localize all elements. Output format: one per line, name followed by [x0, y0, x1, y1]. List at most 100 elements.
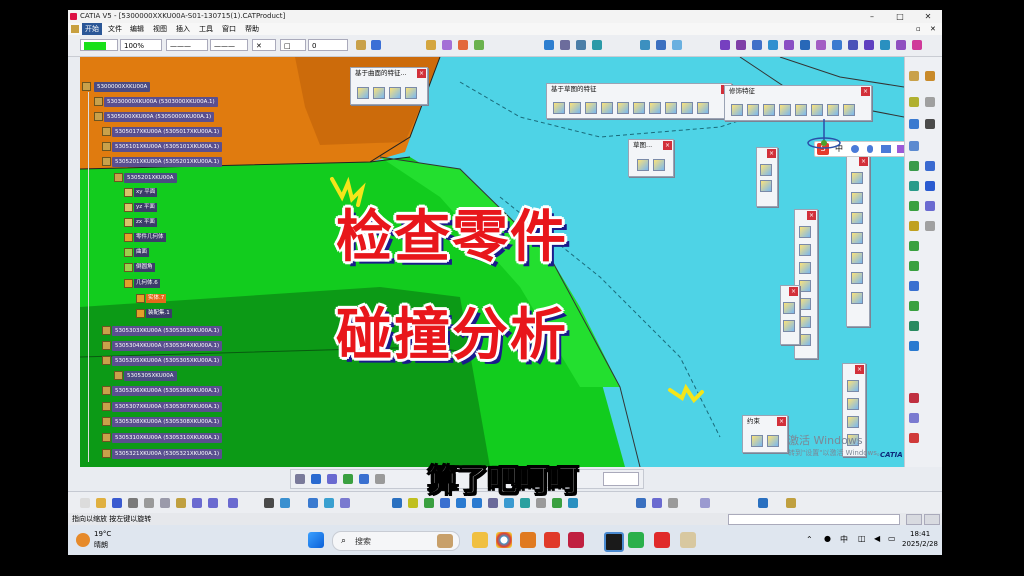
butterfly-app-icon[interactable]: [680, 532, 696, 548]
shaft-icon[interactable]: [752, 40, 762, 50]
lighting-icon[interactable]: [652, 498, 662, 508]
positioned-sketch-icon[interactable]: [653, 159, 665, 171]
close-icon[interactable]: ×: [807, 211, 816, 220]
ground-icon[interactable]: [700, 498, 710, 508]
product-icon[interactable]: [426, 40, 436, 50]
command-input[interactable]: [728, 514, 900, 525]
circular-pattern-icon[interactable]: [909, 261, 919, 271]
groove-icon[interactable]: [768, 40, 778, 50]
inertia-icon[interactable]: [896, 40, 906, 50]
tool-icon[interactable]: [847, 398, 859, 410]
tree-node[interactable]: 5305303XKU00A (5305303XKU00A.1): [112, 326, 223, 336]
parameters-icon[interactable]: [786, 498, 796, 508]
microphone-icon[interactable]: [867, 145, 873, 153]
open-icon[interactable]: [96, 498, 106, 508]
part-icon[interactable]: [458, 40, 468, 50]
tool-icon[interactable]: [851, 272, 863, 284]
measure-icon[interactable]: [880, 40, 890, 50]
app-icon[interactable]: [568, 532, 584, 548]
menu-start[interactable]: 开始: [82, 23, 102, 35]
tool-icon[interactable]: [851, 232, 863, 244]
close-icon[interactable]: ×: [861, 87, 870, 96]
tool-icon[interactable]: [799, 262, 811, 274]
mirror-icon[interactable]: [925, 221, 935, 231]
shaft-icon[interactable]: [585, 102, 597, 114]
microphone-tray-icon[interactable]: ●: [824, 534, 831, 543]
windows-start-icon[interactable]: [308, 532, 324, 548]
point-icon[interactable]: [909, 119, 919, 129]
extract-icon[interactable]: [909, 161, 919, 171]
punctuation-icon[interactable]: [851, 145, 859, 153]
transparency-dropdown[interactable]: 100%: [120, 39, 162, 51]
pattern-icon[interactable]: [909, 241, 919, 251]
tool-icon[interactable]: [851, 252, 863, 264]
snap-icon[interactable]: [544, 40, 554, 50]
close-icon[interactable]: ×: [417, 69, 426, 78]
tree-node[interactable]: 5305201XKU00A (5305201XKU00A.1): [112, 157, 223, 167]
tree-node[interactable]: 5305310XKU00A (5305310XKU00A.1): [112, 433, 223, 443]
zoom-icon[interactable]: [359, 474, 369, 484]
rib-icon[interactable]: [800, 40, 810, 50]
tool-icon[interactable]: [760, 180, 772, 192]
shell-icon[interactable]: [779, 104, 791, 116]
close-icon[interactable]: ×: [859, 157, 868, 166]
tray-up-icon[interactable]: ⌃: [806, 535, 813, 544]
existing-component-icon[interactable]: [474, 40, 484, 50]
tool-icon[interactable]: [847, 380, 859, 392]
catia-taskbar-icon[interactable]: [604, 532, 624, 552]
sew-surface-icon[interactable]: [405, 87, 417, 99]
close-icon[interactable]: ×: [663, 141, 672, 150]
pad-icon[interactable]: [553, 102, 565, 114]
tree-node[interactable]: 5305305XKU00A: [124, 371, 177, 381]
select-icon[interactable]: [925, 71, 935, 81]
line-width-dropdown[interactable]: 0: [308, 39, 348, 51]
chamfer-icon[interactable]: [747, 104, 759, 116]
menu-window[interactable]: 窗口: [222, 23, 236, 35]
tree-feature[interactable]: zx 平面: [134, 218, 157, 227]
taskbar-search[interactable]: ⌕ 搜索: [332, 531, 460, 551]
translate-icon[interactable]: [909, 181, 919, 191]
tree-feature[interactable]: xy 平面: [134, 188, 158, 197]
explode-icon[interactable]: [560, 40, 570, 50]
clock-time[interactable]: 18:41: [910, 530, 930, 538]
status-button[interactable]: [924, 514, 940, 525]
close-icon[interactable]: ×: [767, 149, 776, 158]
firefox-icon[interactable]: [520, 532, 536, 548]
tree-feature[interactable]: 曲面: [134, 248, 150, 257]
tool-icon[interactable]: [799, 280, 811, 292]
plane-icon[interactable]: [909, 97, 919, 107]
wps-icon[interactable]: [544, 532, 560, 548]
symmetry-icon[interactable]: [925, 201, 935, 211]
close-icon[interactable]: ×: [789, 287, 798, 296]
tool-icon[interactable]: [783, 320, 795, 332]
tree-root[interactable]: 5300000XXKU00A: [94, 82, 151, 92]
network-icon[interactable]: ◫: [858, 534, 866, 543]
part-design-icon[interactable]: [909, 71, 919, 81]
weather-temp[interactable]: 19°C: [94, 530, 111, 538]
tree-feature[interactable]: 装配集.1: [146, 309, 172, 318]
tool-icon[interactable]: [783, 302, 795, 314]
file-explorer-icon[interactable]: [472, 532, 488, 548]
tool-icon[interactable]: [851, 192, 863, 204]
tree-part[interactable]: 5305201XKU00A: [124, 173, 177, 183]
edge-fillet-icon[interactable]: [731, 104, 743, 116]
tool-icon[interactable]: [851, 172, 863, 184]
tree-node[interactable]: 5305000XKU00A (5305000XKU00A.1): [104, 112, 215, 122]
constraint-icon[interactable]: [751, 435, 763, 447]
tool-icon[interactable]: [760, 164, 772, 176]
clock-date[interactable]: 2025/2/28: [902, 540, 938, 548]
menu-insert[interactable]: 插入: [176, 23, 190, 35]
tree-node[interactable]: 53030000XKU00A (5303000XKU00A.1): [104, 97, 218, 107]
analysis-icon[interactable]: [909, 433, 919, 443]
compass-icon[interactable]: [804, 115, 844, 155]
knowledge-icon[interactable]: [280, 498, 290, 508]
trim-icon[interactable]: [909, 341, 919, 351]
magnifier-icon[interactable]: [758, 498, 768, 508]
formula-icon[interactable]: [264, 498, 274, 508]
menu-tools[interactable]: 工具: [199, 23, 213, 35]
tree-node[interactable]: 5305017XKU00A (5305017XKU00A.1): [112, 127, 223, 137]
manipulate-icon[interactable]: [592, 40, 602, 50]
close-button[interactable]: ✕: [914, 10, 942, 23]
clash-icon[interactable]: [640, 40, 650, 50]
new-icon[interactable]: [80, 498, 90, 508]
